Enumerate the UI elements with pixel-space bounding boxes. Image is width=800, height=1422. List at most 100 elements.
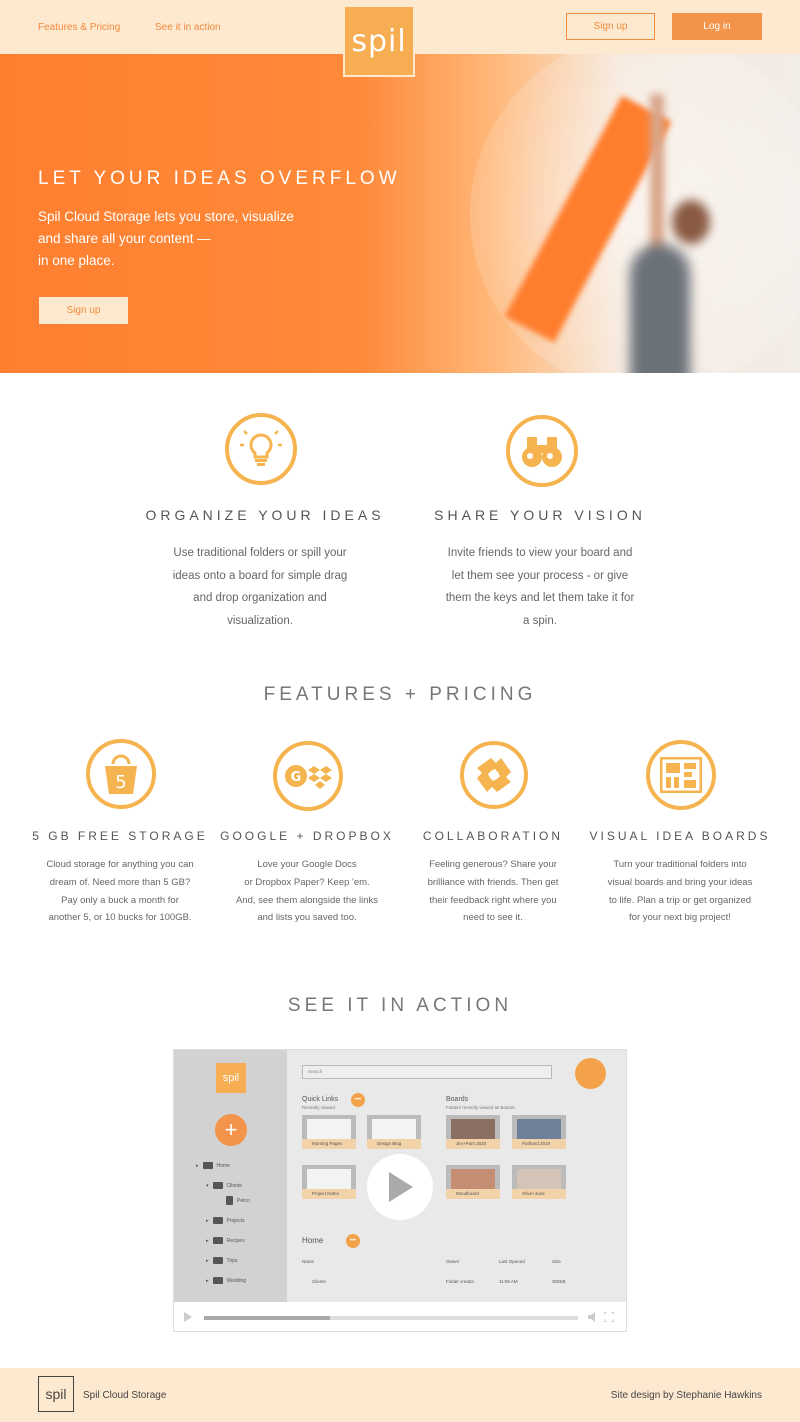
features-pricing-title: FEATURES + PRICING (263, 684, 537, 705)
board-icon (646, 740, 716, 810)
board-card: Jim+Pam 2020 (446, 1115, 500, 1149)
bucket-icon: 5 (86, 739, 156, 809)
fullscreen-icon[interactable] (604, 1312, 614, 1322)
tree-item: ▸ Wedding (206, 1277, 247, 1284)
quick-card: Project Notes (302, 1165, 356, 1199)
volume-icon[interactable] (588, 1312, 598, 1322)
quick-card: Morning Pages (302, 1115, 356, 1149)
signup-button[interactable]: Sign up (566, 13, 655, 40)
text-line: need to see it. (463, 912, 523, 924)
intro-text-share: Invite friends to view your board and le… (420, 542, 660, 632)
feature-title-visual-boards: VISUAL IDEA BOARDS (589, 829, 771, 843)
home-label: Home (302, 1236, 324, 1245)
feature-text-visual-boards: Turn your traditional folders into visua… (590, 856, 770, 927)
text-line: Pay only a buck a month for (61, 894, 179, 906)
tree-label: Wedding (226, 1277, 247, 1284)
painter-body-image (630, 244, 690, 373)
hero-title: LET YOUR IDEAS OVERFLOW (38, 168, 401, 189)
tree-label: Clients (226, 1182, 242, 1189)
row-size: 300KB (552, 1279, 566, 1284)
card-label: Jim+Pam 2020 (446, 1139, 500, 1149)
text-line: or Dropbox Paper? Keep 'em. (244, 876, 370, 888)
feature-text-google-dropbox: Love your Google Docs or Dropbox Paper? … (217, 856, 397, 927)
footer-brand: Spil Cloud Storage (83, 1390, 167, 1401)
hero-line-3: in one place. (38, 253, 115, 268)
hero-line-1: Spil Cloud Storage lets you store, visua… (38, 209, 294, 224)
text-line: And, see them alongside the links (235, 894, 379, 906)
progress-fill (204, 1316, 330, 1320)
text-line: to life. Plan a trip or get organized (608, 894, 752, 906)
tree-item: ▾ Clients (206, 1182, 242, 1189)
card-label: Olive+June (512, 1189, 566, 1199)
painter-arm-image (650, 94, 664, 264)
boards-sub: Folders recently viewed as Boards (446, 1105, 515, 1110)
play-button[interactable] (367, 1154, 433, 1220)
text-line: let them see your process - or give (451, 569, 629, 582)
feature-text-collaboration: Feeling generous? Share your brilliance … (403, 856, 583, 927)
card-label: Design Blog (367, 1139, 421, 1149)
text-line: and drop organization and (193, 592, 327, 604)
add-icon: + (215, 1114, 247, 1146)
tree-label: Recipes (226, 1237, 245, 1244)
demo-video[interactable]: spil + ▸ Home ▾ Clients Petco ▸ Projects ▸ R… (173, 1049, 627, 1332)
card-label: Morning Pages (302, 1139, 356, 1149)
tree-label: Projects (226, 1217, 245, 1224)
board-card: Moodboard (446, 1165, 500, 1199)
row-last-opened: 11:06 AM (499, 1279, 518, 1284)
footer-logo[interactable]: spil (38, 1376, 74, 1412)
progress-track[interactable] (204, 1316, 578, 1320)
lightbulb-icon (225, 413, 297, 485)
text-line: another 5, or 10 bucks for 100GB. (48, 912, 192, 924)
bucket-icon-digit: 5 (115, 772, 126, 793)
text-line: Turn your traditional folders into (613, 859, 747, 870)
tree-item: ▸ Home (196, 1162, 230, 1169)
boards-label: Boards (446, 1096, 469, 1103)
col-name: Name (302, 1259, 315, 1264)
text-line: dream of. Need more than 5 GB? (49, 876, 191, 888)
hero-line-2: and share all your content — (38, 231, 211, 246)
spil-logo[interactable]: spil (343, 5, 415, 77)
play-small-icon[interactable] (184, 1312, 192, 1322)
intro-text-organize: Use traditional folders or spill your id… (140, 542, 380, 632)
card-label: Project Notes (302, 1189, 356, 1199)
text-line: for your next big project! (629, 912, 731, 924)
text-line: Use traditional folders or spill your (173, 547, 347, 559)
tree-label: Trips (226, 1257, 238, 1264)
handshake-icon (460, 741, 528, 809)
tree-item: ▸ Recipes (206, 1237, 245, 1244)
quick-links-label: Quick Links (302, 1096, 339, 1103)
binoculars-icon (506, 415, 578, 487)
login-button[interactable]: Log in (672, 13, 762, 40)
app-logo: spil (216, 1063, 246, 1093)
logo-text: spil (351, 23, 407, 59)
hero-signup-button[interactable]: Sign up (39, 297, 128, 324)
google-icon-letter: G (291, 770, 302, 785)
nav-link-features[interactable]: Features & Pricing (38, 22, 120, 33)
card-label: Moodboard (446, 1189, 500, 1199)
col-size: Size (552, 1259, 561, 1264)
text-line: ideas onto a board for simple drag (172, 569, 348, 582)
text-line: their feedback right where you (429, 894, 557, 906)
app-sidebar: spil + ▸ Home ▾ Clients Petco ▸ Projects ▸ R… (174, 1050, 287, 1302)
nav-link-see-in-action[interactable]: See it in action (155, 22, 221, 33)
row-name: Clients (312, 1279, 326, 1284)
more-icon: ••• (351, 1093, 365, 1107)
card-label: Portland 2019 (512, 1139, 566, 1149)
board-card: Olive+June (512, 1165, 566, 1199)
tree-item: ▸ Projects (206, 1217, 245, 1224)
hero-description: Spil Cloud Storage lets you store, visua… (38, 206, 338, 272)
feature-title-storage: 5 GB FREE STORAGE (32, 829, 208, 843)
tree-item: ▸ Trips (206, 1257, 238, 1264)
col-owner: Owner (446, 1259, 460, 1264)
text-line: a spin. (523, 614, 557, 627)
footer: spil Spil Cloud Storage Site design by S… (0, 1368, 800, 1422)
feature-title-collaboration: COLLABORATION (422, 829, 564, 843)
avatar-icon (575, 1058, 606, 1089)
text-line: visual boards and bring your ideas (607, 876, 753, 888)
intro-title-organize: ORGANIZE YOUR IDEAS (145, 507, 385, 523)
tree-item: Petco (226, 1196, 250, 1205)
google-dropbox-icon: G (273, 741, 343, 811)
tree-label: Home (216, 1162, 230, 1169)
text-line: brilliance with friends. Then get (427, 876, 559, 888)
tree-label: Petco (237, 1197, 250, 1204)
